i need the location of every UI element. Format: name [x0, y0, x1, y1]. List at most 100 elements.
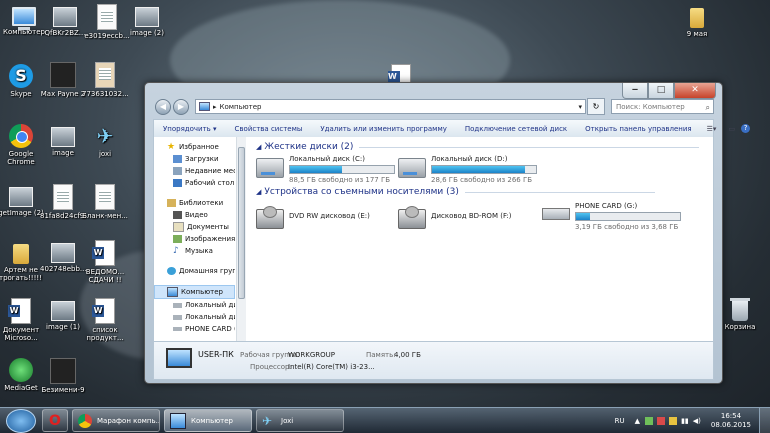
refresh-button[interactable]: ↻: [587, 98, 605, 115]
desktop-icon-file[interactable]: Документ Microso...: [0, 298, 44, 342]
desktop-icon-file[interactable]: QfBKr2BZ...: [42, 4, 88, 37]
nav-item-documents[interactable]: Документы: [154, 221, 235, 233]
taskbar-item-chrome[interactable]: Марафон компь...: [72, 409, 160, 432]
control-panel-button[interactable]: Открыть панель управления: [585, 125, 691, 133]
collapse-arrow-icon: ◢: [256, 143, 262, 151]
close-button[interactable]: ✕: [674, 83, 716, 99]
taskbar-opera[interactable]: O: [42, 409, 68, 432]
taskbar-item-joxi[interactable]: ✈ Joxi: [256, 409, 344, 432]
tray-app-icon[interactable]: [669, 416, 678, 425]
taskbar-label: Компьютер: [191, 416, 233, 425]
computer-icon: [167, 287, 178, 297]
nav-item-homegroup[interactable]: Домашняя группа: [154, 265, 235, 277]
nav-label: Рабочий стол: [185, 179, 235, 187]
tray-app-icon[interactable]: [657, 416, 666, 425]
nav-label: Домашняя группа: [179, 267, 235, 275]
path-dropdown-icon[interactable]: ▾: [578, 103, 582, 111]
scrollbar-thumb[interactable]: [238, 147, 245, 299]
taskbar-label: Joxi: [281, 416, 294, 425]
image-file-icon: [51, 301, 75, 321]
desktop-icon-file[interactable]: ВЕДОМО... СДАЧИ !!: [82, 240, 128, 284]
taskbar-item-explorer[interactable]: Компьютер: [164, 409, 252, 432]
nav-item-phone-card[interactable]: PHONE CARD (G: [154, 323, 235, 335]
nav-item-music[interactable]: ♪ Музыка: [154, 245, 235, 257]
document-icon: [97, 4, 117, 30]
back-button[interactable]: ◀: [155, 98, 171, 115]
nav-item-recent[interactable]: Недавние места: [154, 165, 235, 177]
desktop-icon-recycle-bin[interactable]: Корзина: [717, 298, 763, 331]
desktop-icon-file[interactable]: 402748ebb...: [40, 240, 86, 273]
group-title: Жесткие диски (2): [264, 142, 354, 152]
preview-pane-icon[interactable]: ▭: [728, 125, 735, 133]
desktop-icon-game[interactable]: Max Payne 2: [40, 62, 86, 98]
drive-free-space: 28,6 ГБ свободно из 266 ГБ: [431, 176, 533, 184]
drive-g[interactable]: PHONE CARD (G:) 3,19 ГБ свободно из 3,68…: [542, 202, 681, 231]
computer-name: USER-ПК: [198, 350, 234, 359]
drive-c[interactable]: Локальный диск (C:) 88,5 ГБ свободно из …: [256, 155, 395, 184]
desktop-icon-file[interactable]: image (2): [124, 4, 170, 37]
nav-label: Компьютер: [181, 288, 223, 296]
minimize-button[interactable]: ‒: [622, 83, 648, 99]
usage-fill: [432, 166, 525, 173]
desktop-icon-file[interactable]: image (1): [40, 298, 86, 331]
desktop-icon-chrome[interactable]: Google Chrome: [0, 124, 44, 166]
images-icon: [173, 235, 182, 243]
desktop-icon-file[interactable]: 773631032...: [82, 62, 128, 98]
nav-item-local-disk-d[interactable]: Локальный диск: [154, 311, 235, 323]
desktop-icon-file[interactable]: список продукт...: [82, 298, 128, 342]
nav-item-images[interactable]: Изображения: [154, 233, 235, 245]
forward-button[interactable]: ▶: [173, 98, 189, 115]
desktop-icon-mediaget[interactable]: MediaGet: [0, 358, 44, 392]
nav-item-desktop[interactable]: Рабочий стол: [154, 177, 235, 189]
nav-item-local-disk-c[interactable]: Локальный диск: [154, 299, 235, 311]
desktop-icon-label: MediaGet: [4, 384, 38, 392]
image-file-icon: [51, 243, 75, 263]
address-path: Компьютер: [219, 102, 262, 111]
desktop-icon-label: image (2): [130, 29, 164, 37]
nav-item-favorites[interactable]: ★ Избранное: [154, 141, 235, 153]
desktop-icon-skype[interactable]: S Skype: [0, 64, 44, 98]
explorer-window[interactable]: ‒ □ ✕ ◀ ▶ ▸ Компьютер ▾ ↻ Поиск: Компьют…: [144, 82, 751, 384]
desktop-icon-folder[interactable]: Артем не трогать!!!!!!!!!: [0, 240, 44, 282]
maximize-button[interactable]: □: [648, 83, 674, 99]
desktop-icon-computer[interactable]: Компьютер: [1, 4, 47, 36]
desktop-icon-file[interactable]: image: [40, 124, 86, 157]
volume-icon[interactable]: ◀): [693, 417, 701, 425]
drive-d[interactable]: Локальный диск (D:) 28,6 ГБ свободно из …: [398, 155, 537, 184]
chrome-icon: [9, 124, 33, 148]
uninstall-program-button[interactable]: Удалить или изменить программу: [320, 125, 446, 133]
language-indicator[interactable]: RU: [615, 417, 625, 425]
network-icon[interactable]: ▮▮: [681, 417, 689, 425]
desktop-icon-file[interactable]: 81fa8d24cf99: [40, 184, 86, 220]
tray-app-icon[interactable]: [645, 416, 654, 425]
desktop-icon-joxi[interactable]: ✈ joxi: [82, 124, 128, 158]
nav-item-libraries[interactable]: Библиотеки: [154, 197, 235, 209]
nav-item-computer[interactable]: Компьютер: [154, 285, 235, 299]
image-file-icon: [135, 7, 159, 27]
address-bar[interactable]: ▸ Компьютер ▾: [195, 99, 586, 114]
group-header-removable[interactable]: ◢ Устройства со съемными носителями (3): [256, 187, 655, 197]
clock[interactable]: 16:54 08.06.2015: [711, 412, 751, 430]
drive-f[interactable]: Дисковод BD-ROM (F:): [398, 203, 512, 229]
system-properties-button[interactable]: Свойства системы: [235, 125, 303, 133]
group-header-hdd[interactable]: ◢ Жесткие диски (2): [256, 142, 700, 152]
desktop-icon-file[interactable]: getImage (2): [0, 184, 44, 217]
view-options-icon[interactable]: ☰▾: [707, 125, 717, 133]
desktop-icon-folder[interactable]: 9 мая: [674, 4, 720, 38]
help-icon[interactable]: ?: [741, 124, 751, 133]
tray-expand-icon[interactable]: ▲: [635, 417, 640, 425]
view-controls: ☰▾ ▭ ?: [701, 124, 751, 133]
taskbar-label: Марафон компь...: [97, 416, 160, 425]
show-desktop-button[interactable]: [759, 408, 770, 433]
desktop-icon-file[interactable]: Безимени-9: [40, 358, 86, 394]
nav-scrollbar[interactable]: [236, 137, 246, 341]
organize-button[interactable]: Упорядочить ▾: [163, 125, 217, 133]
search-input[interactable]: Поиск: Компьютер ⌕: [611, 99, 714, 114]
nav-item-video[interactable]: Видео: [154, 209, 235, 221]
desktop-icon-file[interactable]: Бланк-мен...: [82, 184, 128, 220]
nav-item-downloads[interactable]: Загрузки: [154, 153, 235, 165]
drive-e[interactable]: DVD RW дисковод (E:): [256, 203, 370, 229]
start-button[interactable]: [6, 408, 36, 433]
max-payne-icon: [50, 62, 76, 88]
map-network-drive-button[interactable]: Подключение сетевой диск: [465, 125, 567, 133]
